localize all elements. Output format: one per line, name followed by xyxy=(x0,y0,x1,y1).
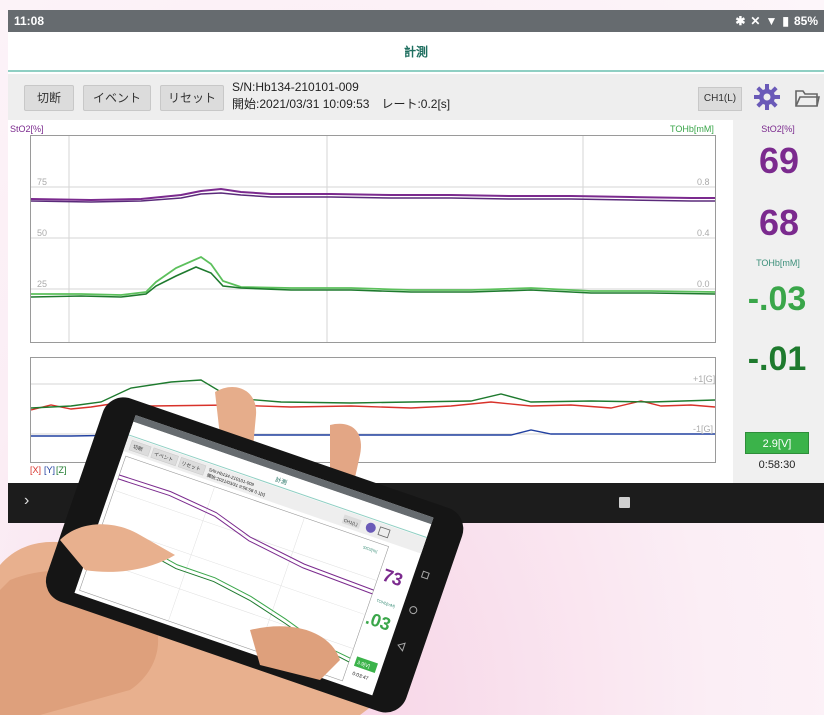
lower-right-tick-minus1: -1[G] xyxy=(693,424,714,434)
start-info: 開始:2021/03/31 10:09:53 レート:0.2[s] xyxy=(232,97,451,111)
recent-apps-icon[interactable] xyxy=(619,497,630,508)
upper-chart-plot xyxy=(31,136,715,342)
upper-right-tick-04: 0.4 xyxy=(697,228,710,238)
side-sto2-label: StO2[%] xyxy=(761,124,795,134)
upper-right-tick-08: 0.8 xyxy=(697,177,710,187)
channel-button[interactable]: CH1(L) xyxy=(698,87,742,111)
tohb-trace-2 xyxy=(31,266,715,298)
lower-right-tick-plus1: +1[G] xyxy=(693,374,716,384)
toolbar: 切断 イベント リセット S/N:Hb134-210101-009 開始:202… xyxy=(8,74,824,120)
wifi-icon: ▼ xyxy=(765,14,778,28)
page-title: 計測 xyxy=(8,32,824,72)
reset-button[interactable]: リセット xyxy=(160,85,224,111)
upper-left-tick-25: 25 xyxy=(37,279,48,289)
folder-icon[interactable] xyxy=(794,87,820,109)
tohb-value-2: -.01 xyxy=(747,340,807,378)
upper-left-axis-label: StO2[%] xyxy=(10,124,44,134)
sto2-value-2: 68 xyxy=(758,202,800,243)
top-caption-strip xyxy=(0,0,824,9)
gear-icon[interactable] xyxy=(753,83,781,111)
upper-left-tick-50: 50 xyxy=(37,228,48,238)
battery-level: 85% xyxy=(793,14,818,28)
upper-right-axis-label: TOHb[mM] xyxy=(670,124,714,134)
upper-chart: 75 50 25 0.8 0.4 0.0 xyxy=(30,135,716,343)
status-icons: ✱ ✕ ▼ ▮ 85% xyxy=(735,10,818,32)
battery-icon: ▮ xyxy=(782,14,789,28)
side-tohb-label: TOHb[mM] xyxy=(756,258,800,268)
voltage-badge: 2.9[V] xyxy=(745,432,809,454)
mute-icon: ✕ xyxy=(750,14,761,28)
tohb-value-1: -.03 xyxy=(747,280,807,318)
serial-number: S/N:Hb134-210101-009 xyxy=(232,80,359,94)
upper-right-tick-00: 0.0 xyxy=(697,279,710,289)
status-time: 11:08 xyxy=(14,14,45,28)
sto2-value-1: 69 xyxy=(758,140,800,181)
event-button[interactable]: イベント xyxy=(83,85,151,111)
upper-left-tick-75: 75 xyxy=(37,177,48,187)
hand-with-phone: 計測 切断 イベント リセット S/N:Hb134-210101-009 開始:… xyxy=(0,386,464,715)
elapsed-time: 0:58:30 xyxy=(758,459,796,471)
bluetooth-icon: ✱ xyxy=(735,14,746,28)
disconnect-button[interactable]: 切断 xyxy=(24,85,74,111)
status-bar: 11:08 ✱ ✕ ▼ ▮ 85% xyxy=(8,10,824,32)
